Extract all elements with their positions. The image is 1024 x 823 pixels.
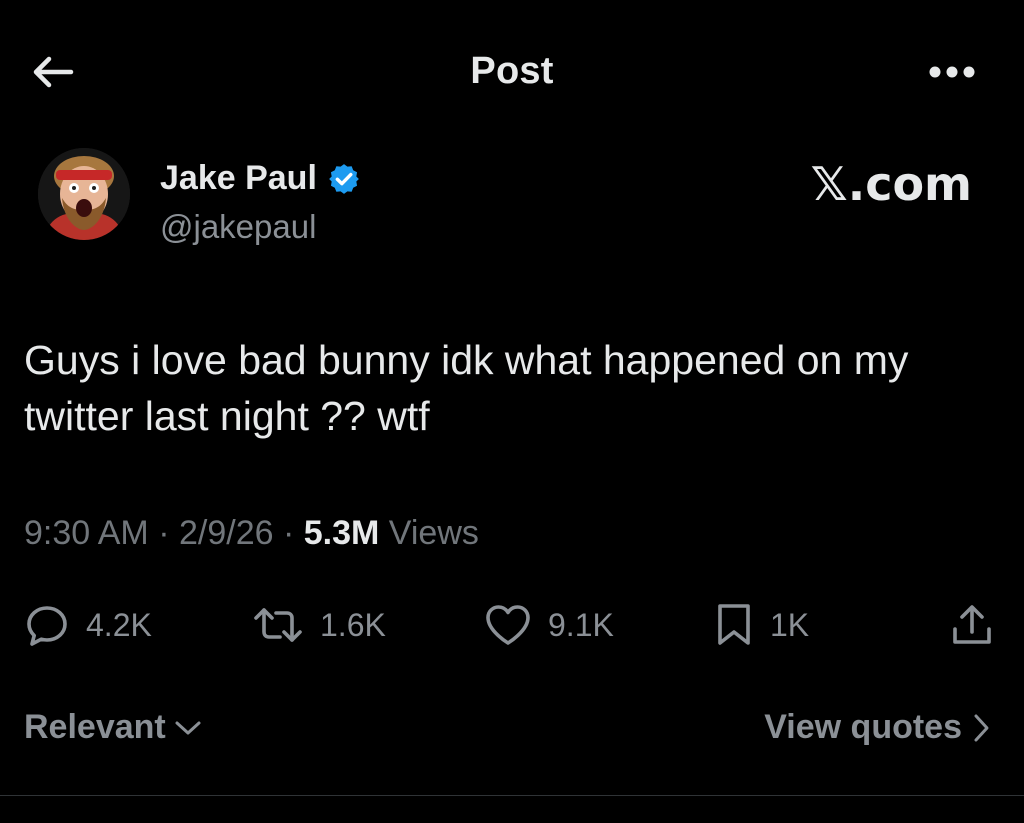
meta-separator: · (158, 514, 170, 552)
post-text: Guys i love bad bunny idk what happened … (24, 337, 909, 439)
action-bar: 4.2K 1.6K 9.1K 1K (24, 598, 994, 652)
chevron-right-icon (974, 714, 989, 741)
avatar[interactable] (38, 148, 130, 240)
page-title: Post (470, 50, 554, 92)
author-name: Jake Paul (160, 159, 317, 197)
share-button[interactable] (950, 598, 994, 652)
brand-watermark: 𝕏.com (810, 157, 972, 211)
view-quotes-label: View quotes (764, 708, 962, 746)
sort-replies-dropdown[interactable]: Relevant (24, 708, 202, 747)
repost-icon (254, 608, 302, 642)
reply-count: 4.2K (86, 606, 152, 643)
views-count: 5.3M (303, 514, 380, 552)
view-quotes-link[interactable]: View quotes (764, 708, 990, 747)
reply-button[interactable]: 4.2K (24, 598, 152, 652)
share-icon (953, 605, 991, 644)
repost-count: 1.6K (320, 606, 386, 643)
avatar-image (38, 148, 130, 240)
views-label: Views (388, 514, 479, 552)
bookmark-icon (718, 604, 750, 645)
bookmark-count: 1K (770, 606, 810, 643)
bookmark-button[interactable]: 1K (714, 598, 809, 652)
post-date: 2/9/26 (178, 514, 274, 552)
more-horizontal-icon (929, 66, 975, 78)
sort-label: Relevant (24, 708, 166, 746)
like-button[interactable]: 9.1K (484, 598, 614, 652)
author-name-row[interactable]: Jake Paul (160, 159, 361, 198)
chevron-down-icon (175, 721, 201, 734)
like-count: 9.1K (548, 606, 614, 643)
heart-icon (486, 605, 530, 645)
post-meta: 9:30 AM · 2/9/26 · 5.3M Views (24, 514, 479, 553)
author-handle[interactable]: @jakepaul (160, 208, 316, 246)
repost-button[interactable]: 1.6K (252, 598, 386, 652)
meta-separator: · (282, 514, 295, 552)
post-time: 9:30 AM (24, 514, 149, 552)
reply-icon (27, 606, 67, 646)
verified-badge-icon (327, 162, 361, 196)
more-options-button[interactable] (926, 58, 978, 86)
divider (0, 795, 1024, 796)
